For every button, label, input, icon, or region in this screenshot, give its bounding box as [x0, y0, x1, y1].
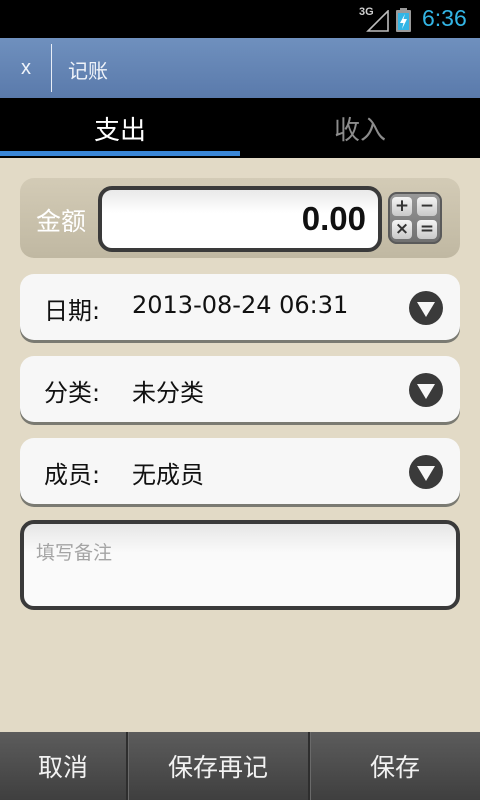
page-title: 记账: [68, 59, 108, 83]
bottom-action-bar: 取消 保存再记 保存: [0, 732, 480, 800]
category-label: 分类:: [44, 379, 101, 407]
equals-icon: =: [417, 220, 437, 239]
tab-expense[interactable]: 支出: [0, 98, 240, 158]
amount-value: 0.00: [301, 200, 366, 237]
date-selector[interactable]: 日期: 2013-08-24 06:31: [20, 274, 460, 340]
note-field[interactable]: [20, 520, 460, 610]
multiply-icon: ×: [392, 220, 412, 239]
chevron-down-icon: [409, 291, 443, 325]
member-label: 成员:: [44, 461, 101, 489]
category-value: 未分类: [132, 379, 204, 407]
note-input[interactable]: [36, 538, 436, 598]
category-selector[interactable]: 分类: 未分类: [20, 356, 460, 422]
calculator-button[interactable]: + − × =: [388, 192, 442, 244]
member-selector[interactable]: 成员: 无成员: [20, 438, 460, 504]
date-label: 日期:: [44, 297, 101, 325]
clock: 6:36: [422, 5, 467, 31]
close-button[interactable]: x: [0, 38, 52, 98]
title-divider: [51, 44, 52, 92]
amount-panel: 金额 0.00 + − × =: [20, 178, 460, 258]
tab-income[interactable]: 收入: [240, 98, 480, 158]
save-and-new-button[interactable]: 保存再记: [128, 732, 308, 800]
signal-icon: [366, 10, 389, 32]
title-bar: x 记账: [0, 38, 480, 98]
date-value: 2013-08-24 06:31: [132, 291, 349, 319]
minus-icon: −: [417, 197, 437, 216]
status-bar: 3G 6:36: [0, 0, 480, 38]
amount-label: 金额: [36, 207, 87, 236]
battery-charging-icon: [396, 8, 411, 32]
chevron-down-icon: [409, 373, 443, 407]
plus-icon: +: [392, 197, 412, 216]
cancel-button[interactable]: 取消: [0, 732, 126, 800]
tab-bar: 支出 收入: [0, 98, 480, 158]
save-button[interactable]: 保存: [310, 732, 480, 800]
chevron-down-icon: [409, 455, 443, 489]
member-value: 无成员: [132, 461, 204, 489]
tab-indicator: [0, 151, 240, 156]
amount-field[interactable]: 0.00: [98, 186, 382, 252]
